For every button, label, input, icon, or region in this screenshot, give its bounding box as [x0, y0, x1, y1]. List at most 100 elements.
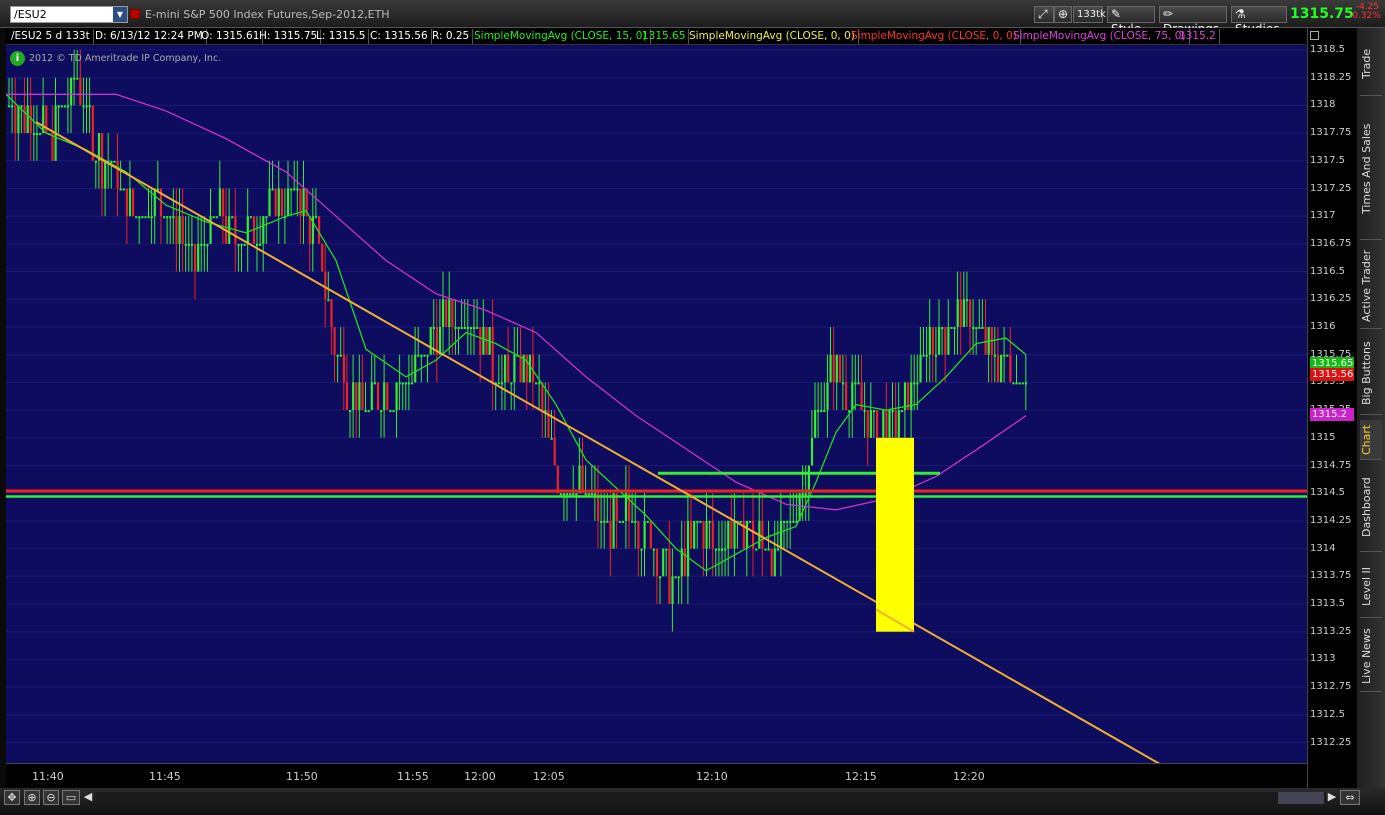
candle-body	[380, 410, 383, 413]
style-button[interactable]: ✎ Style	[1107, 6, 1155, 36]
candle-body	[135, 216, 138, 219]
candle-body	[631, 520, 634, 523]
candle-body	[429, 327, 432, 355]
candle-body	[600, 520, 603, 523]
candle-body	[463, 327, 466, 329]
price-axis[interactable]: 1318.5 1318.25 1318 1317.75 1317.5 1317.25 131…	[1307, 28, 1357, 790]
candle-body	[342, 354, 345, 383]
candle-body	[668, 548, 671, 604]
candle-body	[950, 327, 953, 329]
side-tab-big-buttons[interactable]: Big Buttons	[1360, 333, 1382, 415]
candle-body	[711, 520, 714, 549]
price-tick-label: 1315	[1310, 431, 1336, 443]
candle-body	[674, 576, 677, 579]
candle-body	[965, 299, 969, 302]
candle-body	[287, 188, 290, 217]
sma75-label[interactable]: SimpleMovingAvg (CLOSE, 75, 0)	[1010, 29, 1190, 44]
candle-body	[820, 410, 823, 413]
candle-body	[578, 465, 581, 494]
price-tick-label: 1312.5	[1310, 708, 1345, 720]
candle-body	[975, 327, 978, 329]
candle-body	[1018, 382, 1021, 385]
frame-icon[interactable]: ▭	[62, 790, 80, 805]
candle-body	[274, 188, 277, 217]
expand-icon[interactable]	[1310, 31, 1319, 40]
candle-body	[26, 105, 29, 134]
candle-body	[240, 243, 243, 246]
link-icon[interactable]	[130, 9, 140, 19]
scrollbar-thumb[interactable]	[1278, 792, 1324, 804]
zoom-icon[interactable]: ⊕	[1054, 6, 1072, 23]
scroll-left-icon[interactable]: ◀	[82, 790, 94, 805]
candle-body	[721, 548, 724, 551]
candle-body	[646, 520, 649, 523]
candle-body	[327, 299, 330, 302]
candle-body	[147, 216, 150, 219]
candle-body	[519, 354, 522, 383]
candle-body	[11, 105, 14, 108]
candle-body	[262, 216, 265, 244]
price-chart[interactable]: i 2012 © TD Ameritrade IP Company, Inc.	[6, 45, 1307, 763]
trendline	[35, 121, 1161, 763]
candle-body	[476, 327, 479, 329]
studies-button[interactable]: ⚗ Studies	[1231, 6, 1287, 36]
side-tab-trade[interactable]: Trade	[1360, 32, 1382, 96]
candle-body	[869, 410, 872, 438]
candle-body	[1015, 382, 1018, 385]
candle-body	[845, 382, 848, 411]
candle-body	[587, 493, 590, 496]
candle-body	[717, 548, 721, 551]
horizontal-scrollbar[interactable]	[96, 792, 1326, 804]
sma15-label[interactable]: SimpleMovingAvg (CLOSE, 15, 0)	[471, 29, 651, 44]
candle-body	[1006, 354, 1009, 357]
candle-body	[187, 243, 190, 246]
side-tab-chart[interactable]: Chart	[1360, 420, 1382, 460]
aggregation-selector[interactable]: 133tk	[1073, 6, 1106, 23]
sma15-value: 1315.65	[639, 29, 690, 44]
side-tab-live-news[interactable]: Live News	[1360, 622, 1382, 692]
candle-body	[20, 105, 23, 108]
candle-body	[70, 77, 73, 106]
price-tick-label: 1317.5	[1310, 154, 1345, 166]
candle-body	[265, 216, 268, 219]
info-icon[interactable]: i	[10, 51, 25, 66]
candle-body	[76, 77, 79, 80]
side-tab-times-and-sales[interactable]: Times And Sales	[1360, 98, 1382, 240]
side-tab-dashboard[interactable]: Dashboard	[1360, 464, 1382, 552]
candle-body	[919, 354, 922, 383]
candle-body	[538, 382, 541, 385]
chevron-down-icon[interactable]: ▼	[113, 7, 127, 22]
candle-body	[190, 243, 194, 246]
symbol-input[interactable]: /ESU2	[10, 6, 128, 23]
candle-body	[237, 243, 240, 246]
bar-range: R: 0.25	[429, 29, 474, 44]
scroll-right-icon[interactable]: ▶	[1326, 790, 1338, 805]
candle-body	[66, 105, 70, 108]
candle-body	[113, 160, 116, 163]
candle-body	[584, 493, 587, 496]
candle-body	[438, 327, 442, 355]
candle-body	[894, 410, 897, 438]
candle-body	[764, 548, 767, 551]
copyright: 2012 © TD Ameritrade IP Company, Inc.	[29, 53, 222, 64]
side-tab-level-ii[interactable]: Level II	[1360, 556, 1382, 618]
candle-body	[1003, 354, 1006, 357]
candle-body	[200, 243, 203, 246]
time-axis[interactable]: 11:40 11:45 11:50 11:55 12:00 12:05 12:10 12:15…	[6, 763, 1307, 788]
side-tab-active-trader[interactable]: Active Trader	[1360, 244, 1382, 329]
candle-body	[826, 382, 829, 411]
candle-body	[128, 188, 132, 217]
time-tick-label: 12:20	[953, 770, 985, 783]
pan-icon[interactable]: ✥	[4, 790, 20, 805]
candle-body	[566, 493, 569, 496]
sma-red-label[interactable]: SimpleMovingAvg (CLOSE, 0, 0)	[848, 29, 1021, 44]
candle-body	[194, 243, 197, 272]
time-tick-label: 12:10	[696, 770, 728, 783]
zoom-in-icon[interactable]: ⊕	[24, 790, 40, 805]
side-tabs: Trade Times And Sales Active Trader Big But…	[1357, 28, 1385, 790]
sma-yellow-label[interactable]: SimpleMovingAvg (CLOSE, 0, 0)	[686, 29, 859, 44]
zoom-out-icon[interactable]: ⊖	[43, 790, 59, 805]
crosshair-icon[interactable]: ⤢	[1034, 6, 1054, 23]
reset-zoom-icon[interactable]: ⇔	[1340, 790, 1360, 805]
drawings-button[interactable]: ✏ Drawings	[1159, 6, 1227, 36]
